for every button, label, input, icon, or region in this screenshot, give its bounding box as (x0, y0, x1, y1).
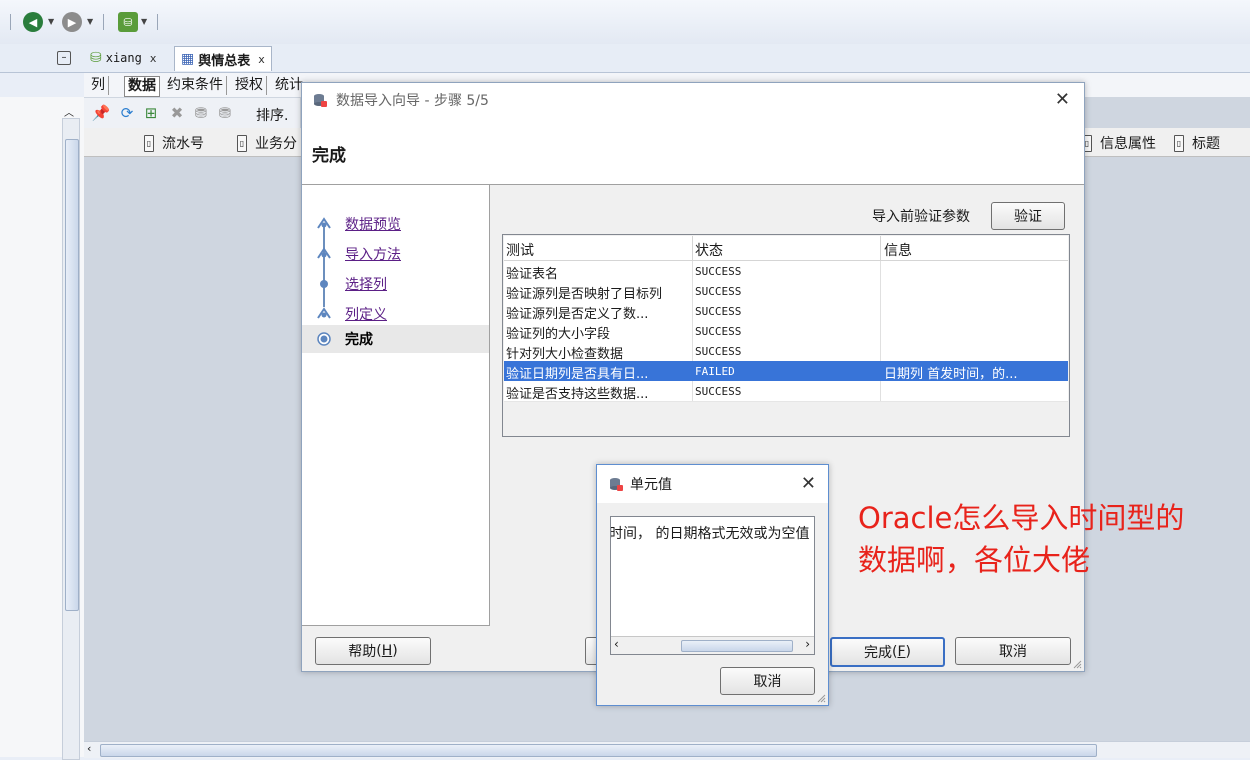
tab-label: xiang (105, 51, 142, 65)
column-header[interactable]: ▯ 流水号 (144, 133, 204, 153)
toolbar-separator (157, 14, 158, 30)
rollback-icon[interactable]: ⛃ (216, 104, 234, 122)
table-row-selected[interactable]: 验证日期列是否具有日... FAILED 日期列 首发时间，的... (504, 361, 1068, 382)
table-icon: ▦ (181, 51, 195, 67)
grid-toolbar: 📌 ⟳ ⊞ ✖ ⛃ ⛃ 排序. (84, 98, 300, 128)
verify-label: 导入前验证参数 (872, 209, 970, 225)
column-header[interactable]: 状态 (695, 240, 723, 260)
cancel-button[interactable]: 取消 (720, 667, 815, 695)
table-row[interactable]: 验证表名 SUCCESS (504, 261, 1068, 282)
horizontal-scrollbar[interactable]: ‹ › (611, 636, 814, 654)
cell-value-text: 时间， 的日期格式无效或为空值 (610, 526, 810, 542)
column-header[interactable]: ▯ 信息属性 (1082, 133, 1156, 153)
database-icon (610, 478, 623, 491)
dialog-title: 单元值 (630, 477, 672, 493)
step-finish[interactable]: 完成 (302, 325, 489, 353)
forward-dropdown-icon[interactable]: ▼ (87, 17, 93, 26)
step-import-method[interactable]: 导入方法 (302, 241, 489, 267)
sql-dropdown-icon[interactable]: ▼ (141, 17, 147, 26)
back-icon[interactable]: ◀ (23, 12, 43, 32)
help-button[interactable]: 帮助(H) (315, 637, 431, 665)
finish-button[interactable]: 完成(F) (830, 637, 945, 667)
sort-button[interactable]: 排序. (256, 105, 288, 125)
chevron-left-icon[interactable]: ‹ (87, 742, 91, 755)
verify-button[interactable]: 验证 (991, 202, 1065, 230)
step-data-preview[interactable]: 数据预览 (302, 211, 489, 237)
main-toolbar: ◀ ▼ ▶ ▼ ⛁ ▼ (0, 0, 1250, 44)
pin-icon[interactable]: 📌 (92, 104, 111, 122)
sql-worksheet-icon[interactable]: ⛁ (118, 12, 138, 32)
tab-data[interactable]: 数据 (124, 76, 160, 97)
table-row[interactable]: 验证源列是否定义了数... SUCCESS (504, 301, 1068, 322)
toolbar-separator (10, 14, 11, 30)
wizard-header: 完成 (302, 117, 1084, 185)
table-row[interactable]: 验证是否支持这些数据... SUCCESS (504, 381, 1068, 402)
insert-row-icon[interactable]: ⊞ (142, 104, 160, 122)
step-done-icon (320, 280, 328, 288)
step-column-definition[interactable]: 列定义 (302, 301, 489, 327)
sql-connection-icon: ⛁ (90, 50, 102, 66)
grid-horizontal-scrollbar[interactable]: ‹ (84, 741, 1250, 758)
resize-grip-icon[interactable] (816, 693, 826, 703)
step-done-icon (317, 247, 331, 259)
tab-grants[interactable]: 授权 (232, 76, 267, 95)
left-vertical-scrollbar[interactable] (62, 118, 80, 760)
scroll-thumb[interactable] (65, 139, 79, 611)
column-type-icon: ▯ (237, 134, 247, 152)
scroll-thumb[interactable] (100, 744, 1097, 757)
scroll-thumb[interactable] (681, 640, 793, 652)
column-header[interactable]: ▯ 业务分 (237, 133, 297, 153)
question-annotation: Oracle怎么导入时间型的 数据啊，各位大佬 (858, 497, 1238, 581)
tab-columns[interactable]: 列 (88, 76, 109, 95)
minimize-icon[interactable]: – (57, 51, 71, 65)
dialog-titlebar[interactable]: 单元值 ✕ (597, 465, 828, 503)
close-icon[interactable]: ✕ (1055, 89, 1070, 110)
cell-value-dialog: 单元值 ✕ 时间， 的日期格式无效或为空值 ‹ › 取消 (596, 464, 829, 706)
tab-constraints[interactable]: 约束条件 (164, 76, 227, 95)
resize-grip-icon[interactable] (1072, 659, 1082, 669)
column-type-icon: ▯ (1174, 134, 1184, 152)
forward-icon[interactable]: ▶ (62, 12, 82, 32)
database-icon (314, 94, 327, 107)
cell-value-textarea[interactable]: 时间， 的日期格式无效或为空值 ‹ › (610, 516, 815, 655)
chevron-up-icon[interactable]: ︿ (64, 104, 74, 119)
annotation-line: Oracle怎么导入时间型的 (858, 501, 1185, 535)
annotation-line: 数据啊，各位大佬 (858, 543, 1091, 577)
column-header[interactable]: 测试 (506, 240, 534, 260)
back-dropdown-icon[interactable]: ▼ (48, 17, 54, 26)
table-row[interactable]: 验证列的大小字段 SUCCESS (504, 321, 1068, 342)
tab-yuqing-table[interactable]: ▦ 舆情总表 x (174, 46, 272, 71)
close-icon[interactable]: x (258, 53, 265, 66)
step-title: 完成 (312, 146, 346, 166)
step-current-icon (317, 332, 331, 346)
table-row[interactable]: 针对列大小检查数据 SUCCESS (504, 341, 1068, 362)
commit-icon[interactable]: ⛃ (192, 104, 210, 122)
refresh-icon[interactable]: ⟳ (118, 104, 136, 122)
wizard-steps: 数据预览 导入方法 选择列 列定义 完成 (302, 185, 490, 626)
table-row[interactable]: 验证源列是否映射了目标列 SUCCESS (504, 281, 1068, 302)
step-done-icon (317, 307, 331, 319)
chevron-right-icon[interactable]: › (805, 637, 810, 651)
tab-xiang[interactable]: ⛁ xiang x (84, 46, 162, 70)
toolbar-separator (103, 14, 104, 30)
column-header[interactable]: 信息 (884, 240, 912, 260)
chevron-left-icon[interactable]: ‹ (614, 637, 619, 651)
document-tabbar: – ⛁ xiang x ▦ 舆情总表 x (0, 44, 1250, 73)
close-icon[interactable]: ✕ (801, 473, 816, 494)
cancel-button[interactable]: 取消 (955, 637, 1071, 665)
step-choose-columns[interactable]: 选择列 (302, 271, 489, 297)
column-type-icon: ▯ (144, 134, 154, 152)
step-done-icon (317, 217, 331, 229)
table-header: 测试 状态 信息 (504, 236, 1068, 261)
dialog-title: 数据导入向导 - 步骤 5/5 (336, 93, 489, 109)
close-icon[interactable]: x (150, 52, 157, 65)
delete-row-icon[interactable]: ✖ (168, 104, 186, 122)
column-header[interactable]: ▯ 标题 (1174, 133, 1220, 153)
validation-table: 测试 状态 信息 验证表名 SUCCESS 验证源列是否映射了目标列 SUCCE… (502, 234, 1070, 437)
tab-label: 舆情总表 (198, 53, 251, 69)
dialog-titlebar[interactable]: 数据导入向导 - 步骤 5/5 ✕ (302, 83, 1084, 117)
